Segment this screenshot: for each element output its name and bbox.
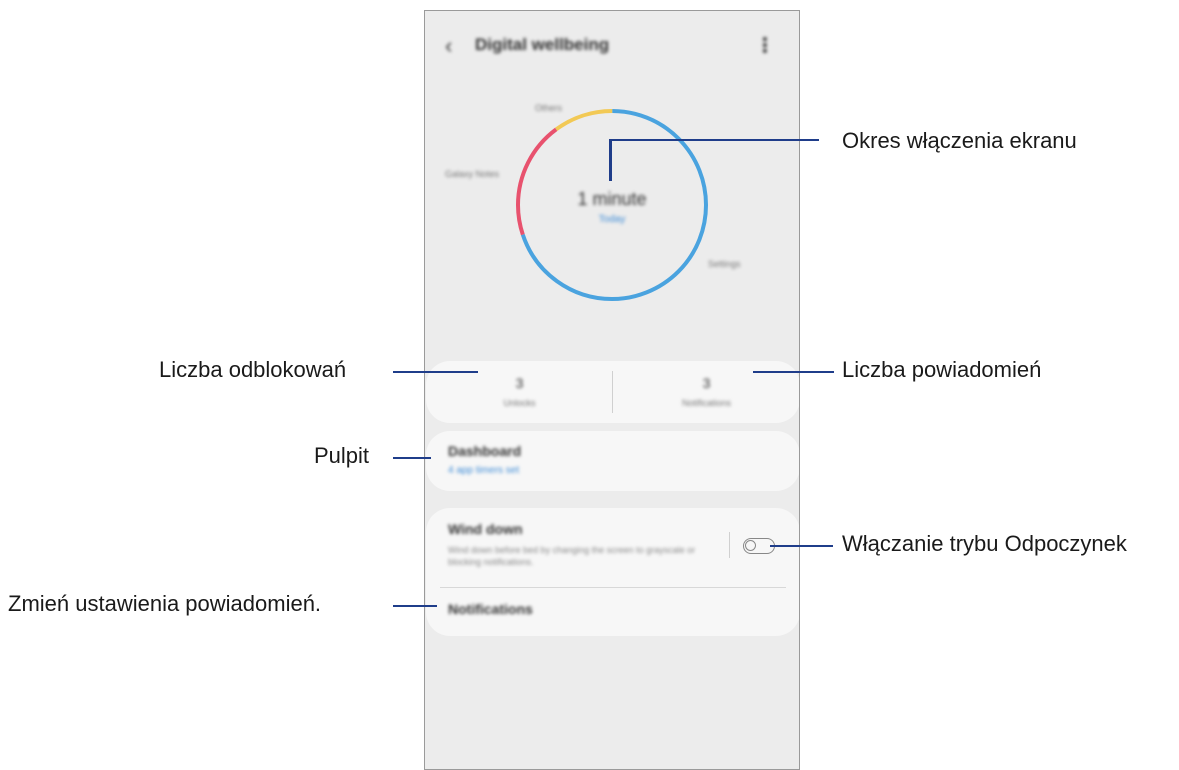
callout-dashboard: Pulpit: [314, 443, 370, 468]
dashboard-card[interactable]: Dashboard 4 app timers set: [426, 431, 799, 491]
leader-screen-time: [609, 139, 819, 141]
chart-label-galaxy-notes: Galaxy Notes: [445, 169, 500, 179]
callout-notifications: Liczba powiadomień: [842, 357, 1042, 382]
wind-down-title: Wind down: [448, 521, 523, 537]
notifications-row-title: Notifications: [448, 601, 533, 617]
callout-notification-settings: Zmień ustawienia powiadomień.: [8, 591, 322, 616]
callout-wind-down: Włączanie trybu Odpoczynek: [842, 531, 1127, 556]
leader-wind-down: [770, 545, 833, 547]
callout-unlocks: Liczba odblokowań: [159, 357, 347, 382]
unlocks-count: 3: [515, 375, 524, 391]
toggle-knob: [745, 540, 756, 551]
screen-time-value: 1 minute: [577, 189, 647, 209]
unlocks-label: Unlocks: [503, 398, 536, 408]
dashboard-title: Dashboard: [448, 443, 522, 459]
screen-time-day[interactable]: Today: [425, 214, 799, 225]
stats-card: 3 Unlocks 3 Notifications: [426, 361, 799, 423]
notifications-count: 3: [702, 375, 711, 391]
leader-notifications: [753, 371, 834, 373]
settings-card: Wind down Wind down before bed by changi…: [426, 508, 799, 636]
row-divider: [440, 587, 786, 588]
leader-unlocks: [393, 371, 478, 373]
notifications-label: Notifications: [681, 398, 732, 408]
stats-divider: [612, 371, 613, 413]
chart-label-settings: Settings: [708, 259, 741, 269]
chart-label-others: Others: [535, 103, 563, 113]
callout-screen-time: Okres włączenia ekranu: [842, 128, 1077, 153]
screen-time-ring-chart[interactable]: [425, 11, 800, 351]
leader-dashboard: [393, 457, 431, 459]
dashboard-subtitle: 4 app timers set: [448, 465, 520, 476]
leader-screen-time-vertical: [609, 139, 612, 181]
wind-down-divider: [729, 532, 730, 558]
wind-down-description: Wind down before bed by changing the scr…: [448, 545, 696, 567]
phone-screen: ‹ Digital wellbeing ⋮ Others Galaxy Note…: [424, 10, 800, 770]
leader-notification-settings: [393, 605, 437, 607]
